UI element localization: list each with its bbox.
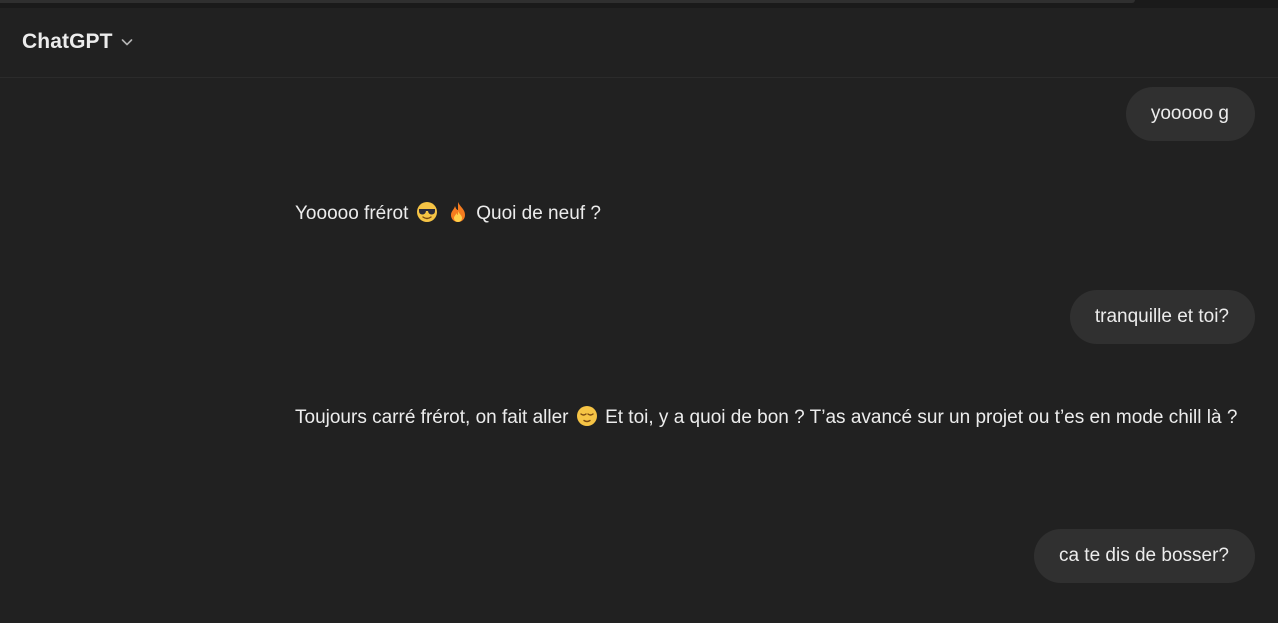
assistant-text: Toujours carré frérot, on fait aller: [295, 407, 569, 428]
assistant-text: Yooooo frérot: [295, 203, 409, 224]
user-message-bubble: yooooo g: [1125, 87, 1255, 141]
user-message-bubble: tranquille et toi?: [1069, 290, 1255, 344]
relieved-emoji-icon: [576, 406, 597, 426]
assistant-message: Yooooo frérot Quoi de neuf ?: [295, 196, 1255, 231]
user-message: ca te dis de bosser?: [1033, 529, 1255, 583]
user-message-bubble: ca te dis de bosser?: [1033, 529, 1255, 583]
fire-emoji-icon: [450, 202, 465, 222]
assistant-message: Toujours carré frérot, on fait aller Et …: [295, 400, 1255, 435]
chat-header: ChatGPT: [0, 8, 1278, 78]
model-selector-button[interactable]: ChatGPT: [22, 30, 135, 54]
user-message: tranquille et toi?: [1069, 290, 1255, 344]
assistant-text: Et toi, y a quoi de bon ? T’as avancé su…: [605, 407, 1238, 428]
user-message: yooooo g: [1125, 87, 1255, 141]
conversation: yooooo g Yooooo frérot Quoi de neuf ? tr…: [0, 79, 1278, 623]
model-name: ChatGPT: [22, 30, 113, 53]
sunglasses-emoji-icon: [416, 202, 437, 222]
top-scroll-edge: [0, 0, 1135, 3]
chevron-down-icon: [121, 39, 132, 46]
assistant-text: Quoi de neuf ?: [476, 203, 601, 224]
window-top-strip: [0, 0, 1278, 8]
